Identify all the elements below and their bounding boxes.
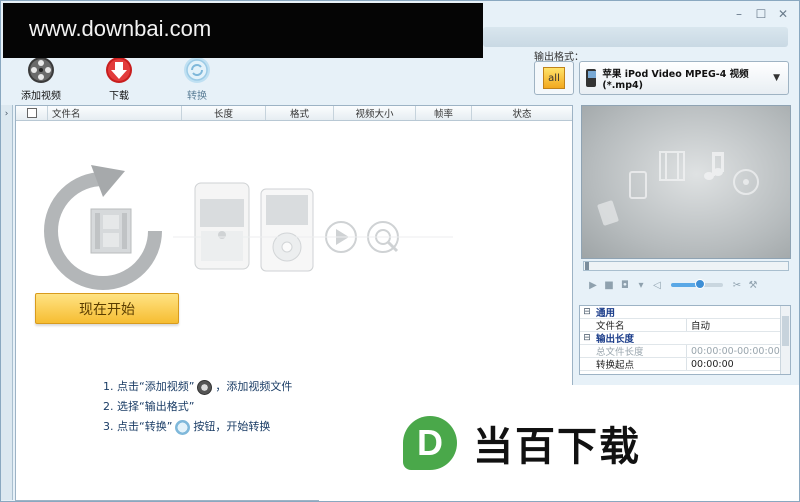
prop-value: 00:00:00-00:00:00 [686,345,790,357]
instruction-step-1: 1. 点击“添加视频” ，添加视频文件 [103,377,292,397]
camera-icon[interactable]: ◘ [619,279,631,291]
chevron-down-icon: ▼ [773,73,780,83]
prop-key: 输出长度 [596,334,635,345]
col-video-size[interactable]: 视频大小 [334,106,416,120]
media-player-icon [260,188,314,272]
media-icons-graphic [597,151,759,226]
smartphone-icon [194,182,250,270]
wrench-icon[interactable]: ⚒ [747,279,759,291]
toolbar: 添加视频 下载 转换 [15,55,223,102]
volume-knob[interactable] [695,279,705,289]
instruction-step-2: 2. 选择“输出格式” [103,397,292,417]
ipod-small-icon [597,200,619,226]
convert-icon [182,55,212,85]
prop-row-start-point[interactable]: 转换起点 00:00:00 [580,358,790,371]
volume-slider[interactable] [671,279,723,289]
stop-icon[interactable]: ■ [603,279,615,291]
file-list-header: 文件名 长度 格式 视频大小 帧率 状态 [16,106,572,121]
app-window: www.downbai.com – ☐ ✕ 添加视频 下载 转换 输出格式： a… [0,0,800,502]
col-framerate[interactable]: 帧率 [416,106,472,120]
watermark-bottom: D 当百下载 [319,385,799,501]
watermark-bottom-text: 当百下载 [473,424,641,470]
seek-bar[interactable] [583,261,789,271]
output-format-select[interactable]: 苹果 iPod Video MPEG-4 视频 (*.mp4) ▼ [579,61,789,95]
prop-value[interactable]: 自动 [686,319,790,332]
prop-key: 通用 [596,308,616,319]
close-button[interactable]: ✕ [777,7,789,21]
col-status[interactable]: 状态 [472,106,572,120]
scroll-thumb[interactable] [782,316,789,346]
player-controls: ▶ ■ ◘ ▾ ◁ ✂ ⚒ [583,275,789,295]
seek-knob[interactable] [585,262,589,270]
video-preview [581,105,791,259]
title-strip [483,27,788,47]
step3-text-b: 按钮，开始转换 [193,420,271,433]
step1-text-a: 1. 点击“添加视频” [103,380,195,393]
property-scrollbar[interactable] [780,306,790,374]
film-icon [659,151,685,181]
collapse-icon[interactable]: ⊟ [580,307,594,317]
prop-key: 转换起点 [596,360,635,371]
convert-icon [175,419,191,435]
all-formats-icon: all [543,67,565,89]
disc-icon [733,169,759,195]
maximize-button[interactable]: ☐ [755,7,767,21]
step3-text-a: 3. 点击“转换” [103,420,173,433]
convert-label: 转换 [187,91,207,102]
instruction-step-3: 3. 点击“转换” 按钮，开始转换 [103,417,292,437]
col-filename[interactable]: 文件名 [48,106,182,120]
play-icon[interactable]: ▶ [587,279,599,291]
output-format-value: 苹果 iPod Video MPEG-4 视频 (*.mp4) [602,68,749,91]
watermark-top-text: www.downbai.com [29,16,212,41]
music-note-icon [704,152,724,180]
window-controls: – ☐ ✕ [733,7,789,21]
col-format[interactable]: 格式 [266,106,334,120]
download-button[interactable]: 下载 [93,55,145,102]
minimize-button[interactable]: – [733,7,745,21]
scissors-icon[interactable]: ✂ [731,279,743,291]
welcome-illustration [44,165,453,290]
collapse-icon[interactable]: ⊟ [580,333,594,343]
step2-text: 2. 选择“输出格式” [103,400,195,413]
select-all-checkbox[interactable] [26,108,37,118]
chevron-down-icon[interactable]: ▾ [635,279,647,291]
phone-icon [629,171,647,199]
add-video-button[interactable]: 添加视频 [15,55,67,102]
col-length[interactable]: 长度 [182,106,266,120]
refresh-film-icon [44,165,162,290]
watermark-logo-letter: D [417,422,443,463]
convert-button[interactable]: 转换 [171,55,223,102]
prop-value[interactable]: 00:00:00 [686,358,790,370]
format-category-button[interactable]: all [534,61,574,95]
prop-key: 文件名 [596,321,625,332]
download-label: 下载 [109,91,129,102]
start-now-button[interactable]: 现在开始 [35,293,179,324]
chevron-right-icon: › [4,109,9,119]
step1-text-b: ，添加视频文件 [215,380,293,393]
select-all-cell [16,106,48,120]
film-reel-icon [26,55,56,85]
watermark-logo: D [403,416,457,470]
ipod-icon [586,69,597,87]
film-reel-icon [197,379,213,395]
side-collapse-handle[interactable]: › [1,105,13,500]
all-formats-text: all [548,72,560,84]
speaker-icon[interactable]: ◁ [651,279,663,291]
download-icon [104,55,134,85]
instructions: 1. 点击“添加视频” ，添加视频文件 2. 选择“输出格式” 3. 点击“转换… [103,377,292,437]
add-video-label: 添加视频 [21,91,61,102]
property-grid: ⊟ 通用 文件名 自动 ⊟ 输出长度 总文件长度 00:00:00-00:00:… [579,305,791,375]
prop-key: 总文件长度 [596,347,644,358]
watermark-top: www.downbai.com [3,3,483,58]
